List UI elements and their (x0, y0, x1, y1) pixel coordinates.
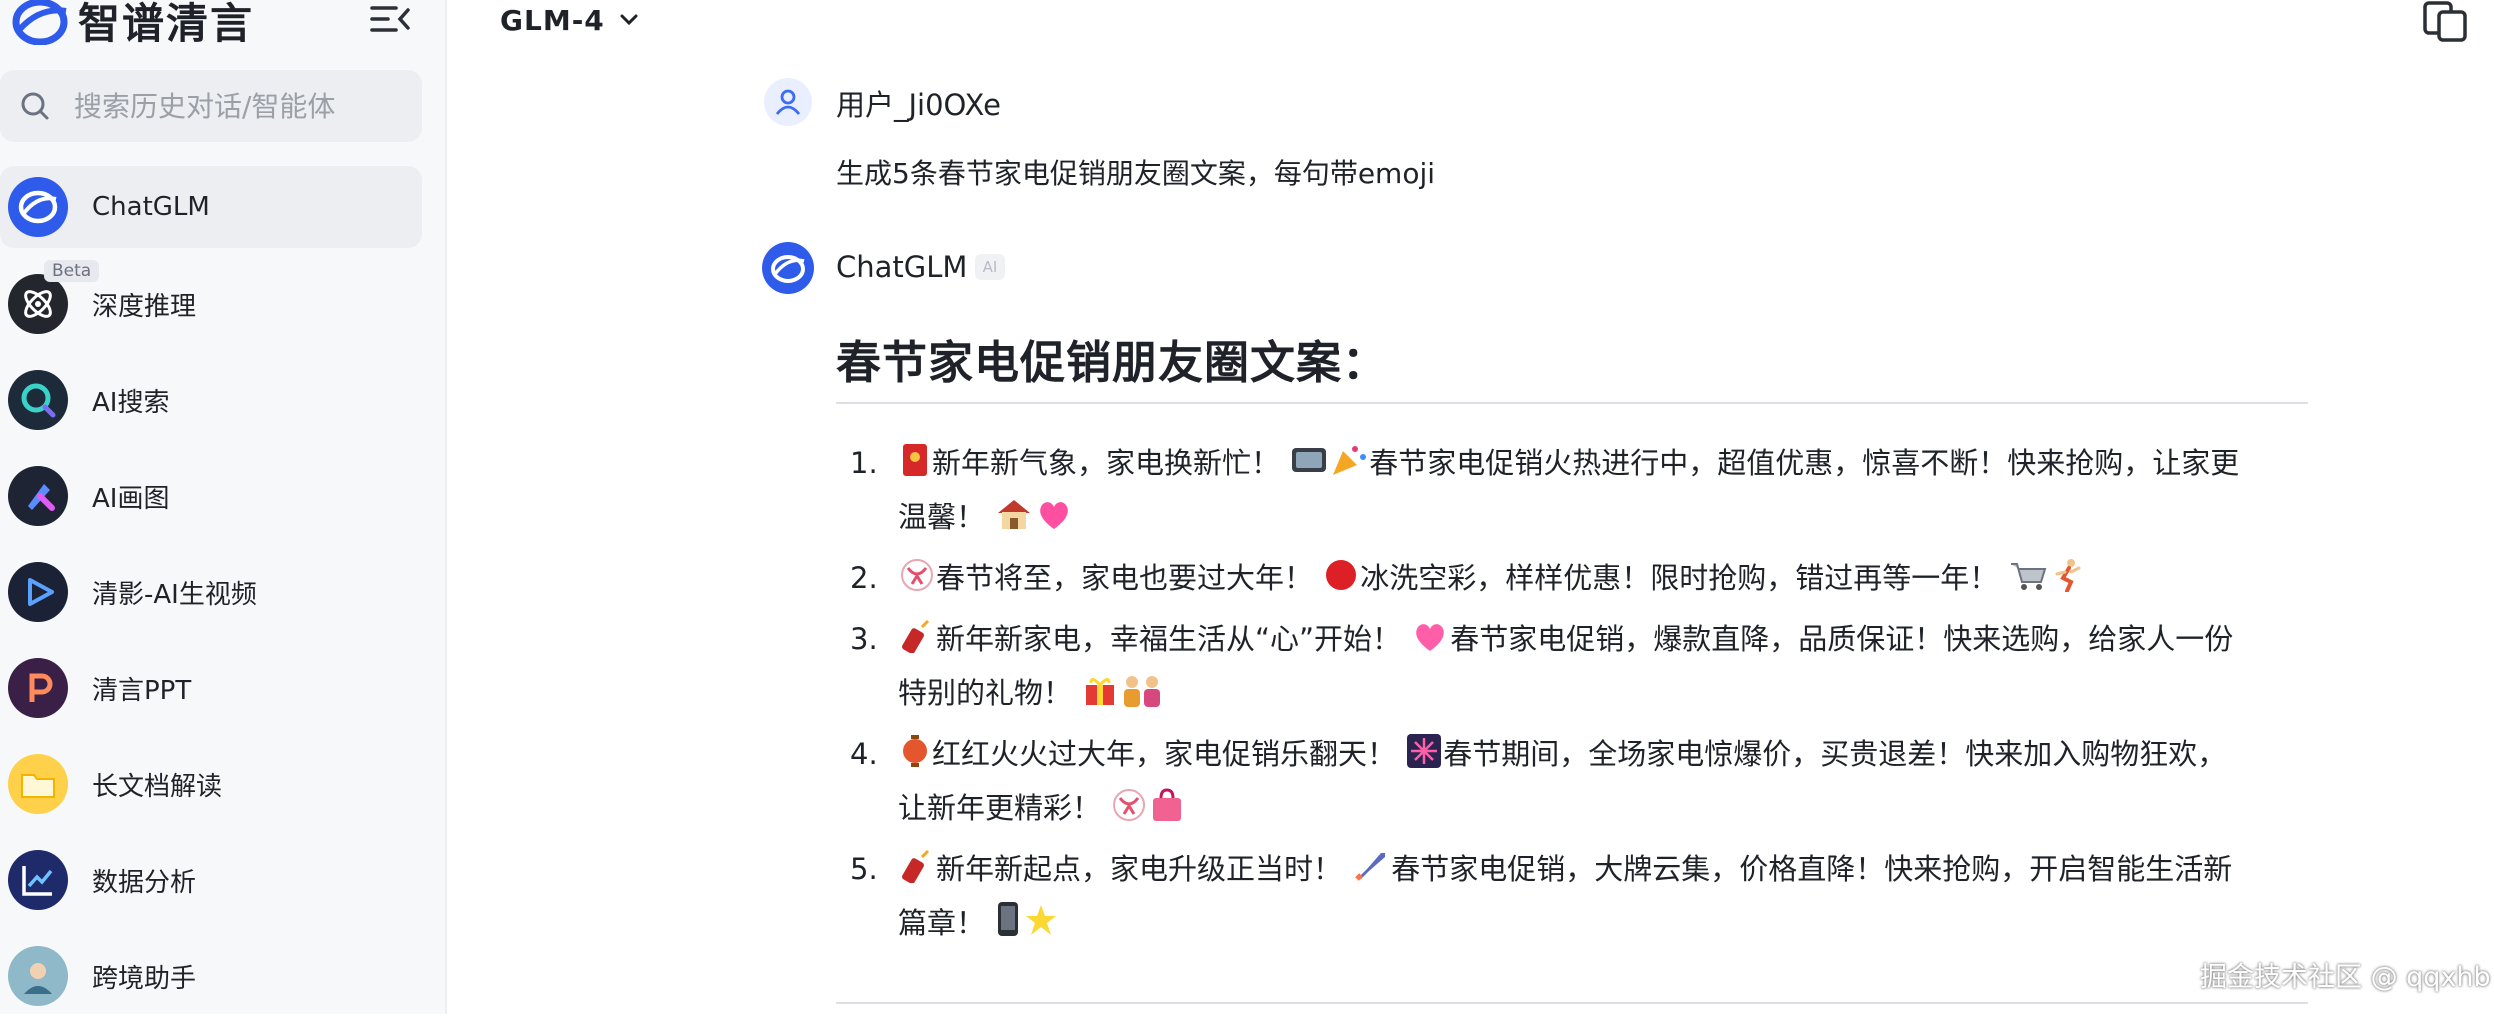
item-text: 新年新气象，家电换新忙！ (932, 446, 1281, 480)
sidebar-item-label: 长文档解读 (92, 771, 223, 802)
chart-icon (8, 850, 68, 910)
collapse-sidebar-icon[interactable] (370, 0, 412, 38)
sidebar-item-data-analysis[interactable]: 数据分析 (0, 839, 422, 921)
heart-emoji-icon (1416, 624, 1445, 651)
star-emoji-icon (1026, 905, 1057, 935)
item-text: 新年新起点，家电升级正当时！ (936, 852, 1343, 886)
item-text: 春节家电促销火热进行中，超值优惠，惊喜不断！快来抢购，让家更 (1369, 446, 2240, 480)
sidebar-item-deep-reasoning[interactable]: Beta 深度推理 (0, 260, 422, 345)
chevron-down-icon (620, 14, 638, 26)
house-emoji-icon (998, 500, 1031, 529)
sidebar-item-label: 跨境助手 (92, 963, 197, 994)
sidebar-item-label: ChatGLM (92, 192, 210, 222)
list-number: 3. (850, 622, 878, 656)
divider (836, 402, 2308, 404)
lantern-emoji-icon (903, 735, 927, 767)
item-text: 篇章！ (898, 906, 986, 940)
list-number: 4. (850, 737, 878, 771)
ai-name: ChatGLM (836, 250, 968, 284)
ribbon-emoji-icon (1113, 789, 1146, 821)
chatglm-avatar-icon (762, 242, 814, 294)
item-text: 让新年更精彩！ (898, 791, 1102, 825)
search-input[interactable] (72, 88, 396, 124)
sidebar-item-label: 清影-AI生视频 (92, 579, 257, 610)
heart-emoji-icon (1040, 502, 1069, 529)
firecracker-emoji-icon (902, 619, 930, 653)
ppt-icon (8, 658, 68, 718)
red-circle-emoji-icon (1326, 560, 1357, 590)
list-number: 2. (850, 561, 878, 595)
firecracker-emoji-icon (902, 849, 930, 883)
item-text: 特别的礼物！ (898, 676, 1073, 710)
chatglm-icon (8, 177, 68, 237)
running-emoji-icon (2055, 559, 2081, 592)
user-message: 生成5条春节家电促销朋友圈文案，每句带emoji (836, 157, 1436, 190)
sidebar-item-ai-search[interactable]: AI搜索 (0, 359, 422, 441)
list-item: 2. 春节将至，家电也要过大年！ 冰洗空彩，样样优惠！限时抢购，错过再等一年！ (836, 551, 2316, 605)
item-text: 冰洗空彩，样样优惠！限时抢购，错过再等一年！ (1360, 561, 1999, 595)
sidebar-item-label: AI搜索 (92, 387, 170, 418)
atom-icon: Beta (8, 260, 100, 334)
answer-title: 春节家电促销朋友圈文案： (836, 336, 1389, 389)
sidebar-item-label: 深度推理 (92, 291, 197, 322)
item-text: 春节家电促销，大牌云集，价格直降！快来抢购，开启智能生活新 (1391, 852, 2233, 886)
user-avatar (764, 78, 812, 126)
video-play-icon (8, 562, 68, 622)
brand[interactable]: 智谱清言 (10, 0, 254, 50)
sidebar-item-video[interactable]: 清影-AI生视频 (0, 551, 422, 633)
sidebar: 智谱清言 ChatGLM Beta 深度推理 AI搜索 (0, 0, 447, 1014)
sidebar-item-ai-drawing[interactable]: AI画图 (0, 455, 422, 537)
item-text: 温馨！ (898, 500, 986, 534)
list-item: 3. 新年新家电，幸福生活从“心”开始！ 春节家电促销，爆款直降，品质保证！快来… (836, 612, 2316, 720)
user-name: 用户_Ji0OXe (836, 88, 1001, 122)
red-envelope-emoji-icon (903, 444, 927, 476)
ribbon-emoji-icon (901, 559, 933, 591)
ai-badge: AI (975, 254, 1005, 280)
zhipu-logo-icon (12, 0, 68, 45)
list-number: 5. (850, 852, 878, 886)
brand-name: 智谱清言 (78, 0, 255, 48)
watermark: 掘金技术社区 @ qqxhb (2200, 962, 2491, 993)
item-text: 新年新家电，幸福生活从“心”开始！ (936, 622, 1402, 656)
sidebar-item-cross-border[interactable]: 跨境助手 (0, 935, 422, 1017)
shopping-bag-emoji-icon (1153, 788, 1182, 821)
rocket-emoji-icon (1355, 853, 1386, 881)
ai-search-icon (8, 370, 68, 430)
list-item: 1. 新年新气象，家电换新忙！ 春节家电促销火热进行中，超值优惠，惊喜不断！快来… (836, 436, 2316, 544)
sidebar-item-label: 数据分析 (92, 867, 197, 898)
cart-emoji-icon (2011, 563, 2047, 590)
item-text: 春节家电促销，爆款直降，品质保证！快来选购，给家人一份 (1450, 622, 2234, 656)
party-popper-emoji-icon (1333, 446, 1367, 475)
item-text: 春节将至，家电也要过大年！ (936, 561, 1314, 595)
model-name: GLM-4 (500, 3, 605, 37)
sidebar-item-label: 清言PPT (92, 675, 192, 706)
assistant-avatar-icon (8, 946, 68, 1006)
fireworks-emoji-icon (1407, 734, 1442, 768)
user-icon (775, 89, 801, 115)
ai-drawing-icon (8, 466, 68, 526)
model-selector[interactable]: GLM-4 (500, 0, 639, 40)
list-number: 1. (850, 446, 878, 480)
divider (836, 1002, 2308, 1004)
item-text: 春节期间，全场家电惊爆价，买贵退差！快来加入购物狂欢， (1443, 737, 2227, 771)
television-emoji-icon (1292, 448, 1327, 472)
beta-badge: Beta (44, 260, 100, 282)
multi-window-icon[interactable] (2422, 0, 2468, 42)
search-box[interactable] (0, 70, 422, 142)
gift-emoji-icon (1086, 678, 1115, 705)
sidebar-item-long-doc[interactable]: 长文档解读 (0, 743, 422, 825)
answer-list: 1. 新年新气象，家电换新忙！ 春节家电促销火热进行中，超值优惠，惊喜不断！快来… (836, 436, 2316, 957)
folder-icon (8, 754, 68, 814)
sidebar-item-label: AI画图 (92, 483, 170, 514)
phone-emoji-icon (998, 902, 1019, 936)
list-item: 5. 新年新起点，家电升级正当时！ 春节家电促销，大牌云集，价格直降！快来抢购，… (836, 842, 2316, 950)
item-text: 红红火火过大年，家电促销乐翻天！ (932, 737, 1397, 771)
sidebar-item-ppt[interactable]: 清言PPT (0, 647, 422, 729)
search-icon (21, 92, 49, 120)
list-item: 4. 红红火火过大年，家电促销乐翻天！ 春节期间，全场家电惊爆价，买贵退差！快来… (836, 727, 2316, 835)
family-emoji-icon (1124, 676, 1161, 707)
sidebar-item-chatglm[interactable]: ChatGLM (0, 166, 422, 248)
